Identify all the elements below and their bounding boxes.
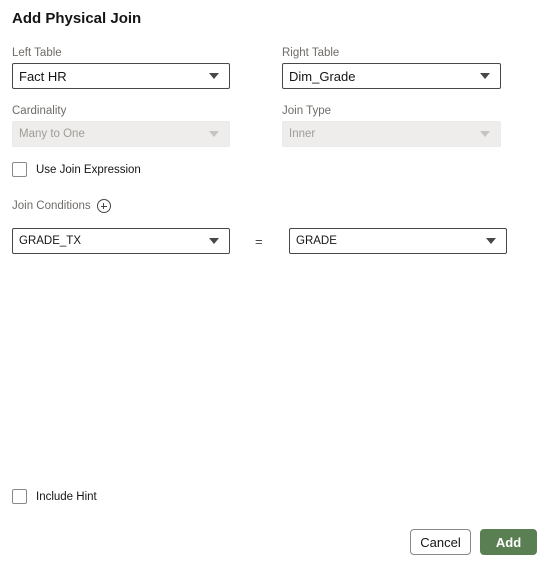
use-join-expression-row: Use Join Expression bbox=[12, 162, 141, 177]
join-type-value: Inner bbox=[289, 128, 316, 140]
join-type-label: Join Type bbox=[282, 105, 332, 117]
chevron-down-icon bbox=[209, 131, 219, 137]
right-table-value: Dim_Grade bbox=[289, 68, 356, 84]
dialog-title: Add Physical Join bbox=[12, 10, 142, 27]
chevron-down-icon bbox=[480, 73, 490, 79]
add-button[interactable]: Add bbox=[480, 529, 537, 555]
join-type-select: Inner bbox=[282, 121, 501, 147]
join-right-column-select[interactable]: GRADE bbox=[289, 228, 507, 254]
chevron-down-icon bbox=[209, 73, 219, 79]
include-hint-label: Include Hint bbox=[36, 490, 97, 503]
left-table-select[interactable]: Fact HR bbox=[12, 63, 230, 89]
join-conditions-label: Join Conditions bbox=[12, 200, 91, 212]
cardinality-select: Many to One bbox=[12, 121, 230, 147]
cardinality-label: Cardinality bbox=[12, 105, 67, 117]
right-table-label: Right Table bbox=[282, 47, 340, 59]
join-left-column-select[interactable]: GRADE_TX bbox=[12, 228, 230, 254]
include-hint-row: Include Hint bbox=[12, 489, 97, 504]
cancel-button[interactable]: Cancel bbox=[410, 529, 471, 555]
chevron-down-icon bbox=[209, 238, 219, 244]
plus-circle-icon[interactable] bbox=[96, 199, 111, 213]
join-right-column-value: GRADE bbox=[296, 235, 337, 247]
use-join-expression-label: Use Join Expression bbox=[36, 163, 141, 176]
chevron-down-icon bbox=[486, 238, 496, 244]
chevron-down-icon bbox=[480, 131, 490, 137]
left-table-label: Left Table bbox=[12, 47, 62, 59]
include-hint-checkbox[interactable] bbox=[12, 489, 27, 504]
join-operator: = bbox=[255, 234, 263, 249]
left-table-value: Fact HR bbox=[19, 68, 67, 84]
cardinality-value: Many to One bbox=[19, 128, 85, 140]
right-table-select[interactable]: Dim_Grade bbox=[282, 63, 501, 89]
join-left-column-value: GRADE_TX bbox=[19, 235, 81, 247]
join-conditions-header: Join Conditions bbox=[12, 199, 111, 213]
use-join-expression-checkbox[interactable] bbox=[12, 162, 27, 177]
